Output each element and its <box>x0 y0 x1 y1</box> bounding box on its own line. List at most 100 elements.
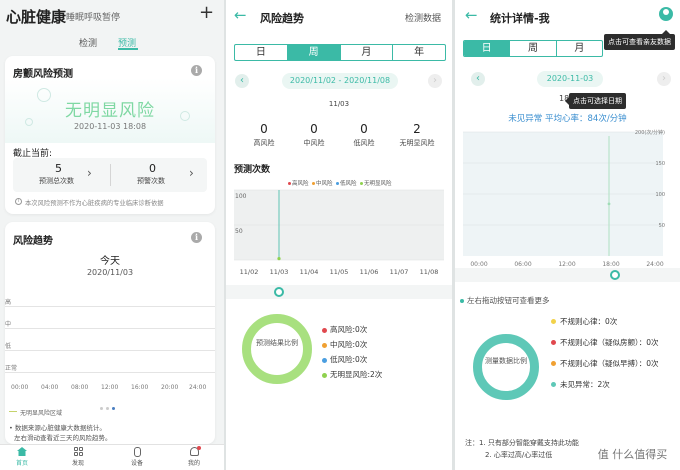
detect-data-link[interactable]: 检测数据 <box>405 11 441 24</box>
tab-day[interactable]: 日 <box>464 41 511 56</box>
result-low: 低风险:0次 <box>322 354 382 369</box>
gridline <box>5 372 215 373</box>
x-tick-label: 18:00 <box>602 261 619 268</box>
scrub-handle[interactable] <box>274 287 284 297</box>
chart-title: 预测次数 <box>234 165 271 175</box>
result-normal: 未见异常：2次 <box>551 379 661 390</box>
tab-week[interactable]: 周 <box>510 41 557 56</box>
nav-label: 首页 <box>15 460 28 467</box>
gridline <box>5 328 215 329</box>
y-tick-label: 100 <box>235 193 247 200</box>
info-icon[interactable]: i <box>191 65 202 76</box>
stat-value: 0 <box>360 122 368 136</box>
tab-week[interactable]: 周 <box>287 45 341 60</box>
result-high: 高风险:0次 <box>322 324 382 339</box>
date-tooltip: 点击可选择日期 <box>569 93 626 109</box>
x-tick-label: 12:00 <box>558 261 575 268</box>
warning-value: 0 <box>149 162 156 175</box>
level-label: 正常 <box>5 365 18 372</box>
prev-day-button[interactable]: ‹ <box>471 72 485 86</box>
tab-month[interactable]: 月 <box>557 41 602 56</box>
watch-icon <box>133 447 141 457</box>
card-title: 风险趋势 <box>13 236 53 247</box>
data-point <box>607 202 611 206</box>
add-button[interactable]: + <box>199 2 214 23</box>
result-irregular: 不规则心律：0次 <box>551 316 661 327</box>
y-tick-label: 100 <box>655 192 665 198</box>
time-tick: 24:00 <box>189 384 207 391</box>
stat-mid: 0 中风险 <box>294 122 334 148</box>
info-icon[interactable]: i <box>191 232 202 243</box>
page-title: 统计详情-我 <box>490 12 550 25</box>
stats-detail-screen: ← 统计详情-我 点击可查看亲友数据 日 周 月 ‹ 2020-11-03 › … <box>455 0 680 470</box>
tab-detect[interactable]: 检测 <box>79 36 97 49</box>
stat-value: 0 <box>260 122 268 136</box>
time-tick: 16:00 <box>131 384 149 391</box>
y-tick-label: 200(次/分钟) <box>635 129 665 136</box>
week-range-picker[interactable]: 2020/11/02 - 2020/11/08 <box>282 73 398 89</box>
watermark: 值 什么值得买 <box>585 440 680 470</box>
stat-value: 0 <box>310 122 318 136</box>
nav-me[interactable]: 我的 <box>182 446 206 467</box>
risk-stats: 0 高风险 0 中风险 0 低风险 2 无明显风险 <box>226 122 452 152</box>
risk-bar-chart[interactable]: 100 50 11/02 11/03 11/04 11/05 11/06 11/07 11/08 <box>226 184 452 280</box>
page-dot-active <box>112 407 115 410</box>
time-tick: 12:00 <box>101 384 119 391</box>
divider <box>110 164 111 186</box>
donut-label: 预测结果比例 <box>256 339 298 347</box>
measure-donut <box>473 334 539 400</box>
page-dot <box>100 407 103 410</box>
date-picker[interactable]: 2020-11-03 <box>537 71 603 87</box>
x-tick-label: 11/08 <box>420 268 439 276</box>
info-circle-icon: i <box>15 198 22 205</box>
nav-home[interactable]: 首页 <box>10 447 34 467</box>
time-tick: 08:00 <box>71 384 89 391</box>
result-none: 无明显风险:2次 <box>322 369 382 384</box>
chevron-right-icon: › <box>87 166 92 180</box>
back-arrow-icon[interactable]: ← <box>465 6 478 24</box>
risk-trend-card[interactable]: 风险趋势 i 今天 2020/11/03 高 中 低 正常 00:00 04:0… <box>5 222 215 444</box>
user-icon <box>189 446 201 456</box>
data-point <box>277 257 281 261</box>
tab-day[interactable]: 日 <box>235 45 288 60</box>
disclaimer: 本次风险预测不作为心脏疾病的专业临床诊断依据 <box>25 200 164 207</box>
y-tick-label: 50 <box>235 228 243 235</box>
level-label: 中 <box>5 321 12 328</box>
page-title: 风险趋势 <box>260 12 304 25</box>
level-label: 低 <box>5 343 12 350</box>
result-donut <box>242 314 312 384</box>
stat-label: 无明显风险 <box>399 139 435 147</box>
tooltip-arrow <box>565 97 569 105</box>
nav-label: 设备 <box>130 460 143 467</box>
warning-label: 预警次数 <box>137 177 165 185</box>
nav-label: 发现 <box>71 460 84 467</box>
stat-value: 2 <box>413 122 421 136</box>
heart-health-screen: 心脏健康 睡眠呼吸暂停 + 检测 预测 房颤风险预测 i 无明显风险 2020-… <box>0 0 224 470</box>
result-premature: 不规则心律（疑似早搏）：0次 <box>551 358 661 369</box>
tab-month[interactable]: 月 <box>341 45 394 60</box>
prev-week-button[interactable]: ‹ <box>235 74 249 88</box>
drag-hint: 左右拖动按钮可查看更多 <box>460 295 550 306</box>
x-tick-label: 11/05 <box>330 268 349 276</box>
bottom-nav: 首页 发现 设备 我的 <box>0 444 224 470</box>
back-arrow-icon[interactable]: ← <box>234 6 247 24</box>
scrub-handle[interactable] <box>610 270 620 280</box>
tab-year[interactable]: 年 <box>393 45 445 60</box>
gridline <box>5 306 215 307</box>
risk-status: 无明显风险 <box>65 101 155 121</box>
hr-summary: 未见异常 平均心率：84次/分钟 <box>508 114 627 124</box>
next-day-button[interactable]: › <box>657 72 671 86</box>
page-dot <box>106 407 109 410</box>
af-risk-card[interactable]: 房颤风险预测 i 无明显风险 2020-11-03 18:08 截止当前: 5 … <box>5 56 215 214</box>
family-avatar-button[interactable] <box>659 7 673 21</box>
note-text: 数据来源心脏健康大数据统计。 <box>14 424 106 432</box>
sleep-apnea-tab[interactable]: 睡眠呼吸暂停 <box>66 10 120 23</box>
nav-discover[interactable]: 发现 <box>66 447 90 467</box>
time-tick: 00:00 <box>11 384 29 391</box>
note-line: • 数据来源心脏健康大数据统计。 <box>9 424 106 432</box>
heart-rate-chart[interactable]: 200(次/分钟) 150 100 50 00:00 06:00 12:00 18:00 24:… <box>455 124 680 274</box>
nav-device[interactable]: 设备 <box>125 447 149 467</box>
page-dots[interactable] <box>100 398 118 417</box>
grid-icon <box>73 447 83 456</box>
next-week-button[interactable]: › <box>428 74 442 88</box>
